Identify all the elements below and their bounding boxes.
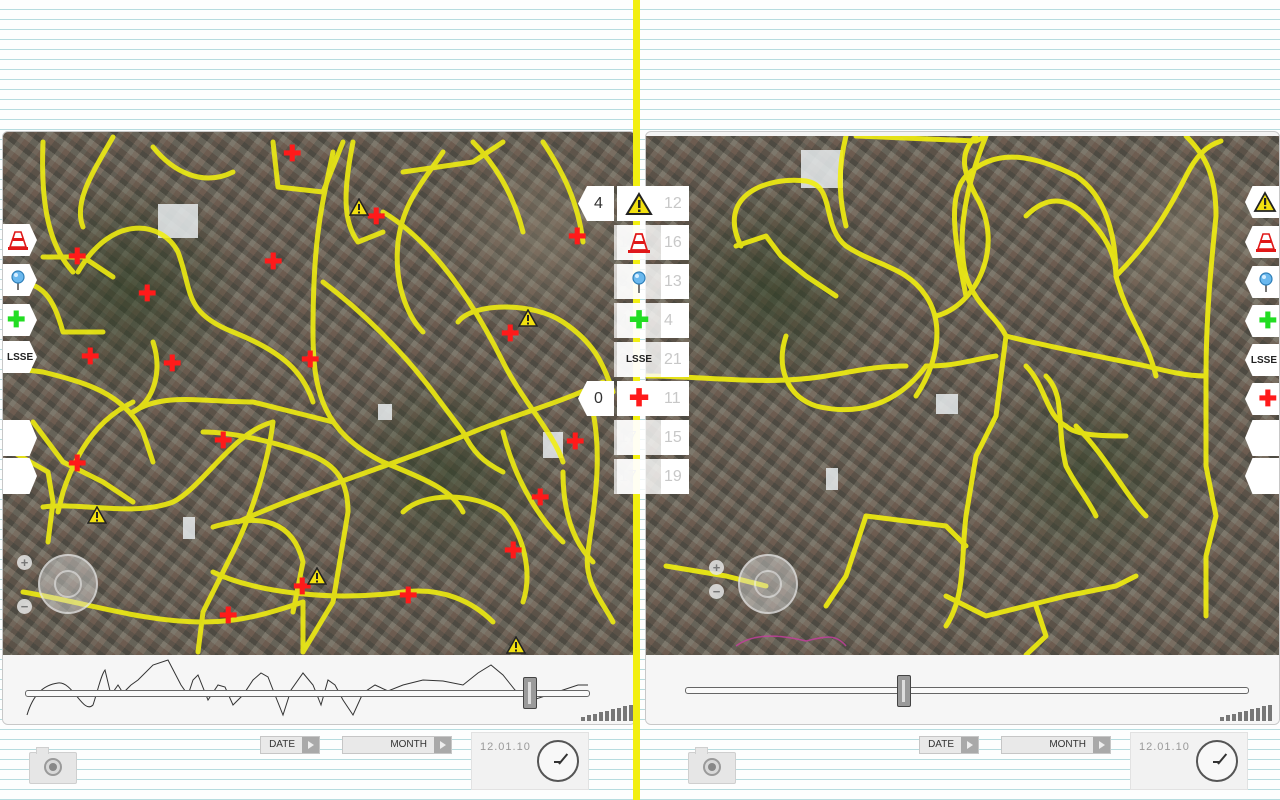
- stats-row-lsse[interactable]: 2 LSSE 21: [578, 340, 689, 379]
- camera-icon: [44, 758, 62, 776]
- right-timeline: [646, 655, 1279, 724]
- red-cross-marker[interactable]: ✚: [301, 347, 319, 373]
- play-arrow-icon: [1093, 737, 1110, 753]
- play-arrow-icon: [961, 737, 978, 753]
- red-cross-icon: ✚: [1258, 386, 1277, 411]
- red-cross-marker[interactable]: ✚: [81, 344, 99, 370]
- warning-marker[interactable]: [86, 505, 108, 529]
- map-pin-icon: [1259, 272, 1273, 292]
- red-cross-marker[interactable]: ✚: [367, 204, 385, 230]
- stats-row-green-cross[interactable]: 4 ✚ 4: [578, 301, 689, 340]
- red-cross-marker[interactable]: ✚: [504, 538, 522, 564]
- zoom-in-button[interactable]: +: [17, 555, 32, 570]
- stats-left-value: 4: [594, 195, 603, 212]
- snapshot-camera-button[interactable]: [688, 747, 736, 784]
- stats-left-value: 0: [594, 390, 603, 407]
- red-cross-marker[interactable]: ✚: [68, 244, 86, 270]
- lsse-label: LSSE: [625, 354, 653, 365]
- pan-joystick[interactable]: [738, 554, 798, 614]
- right-map-view[interactable]: ✚ LSSE ✚ + −: [646, 136, 1279, 655]
- right-map-panel: ✚ LSSE ✚ + −: [645, 131, 1280, 725]
- traffic-cone-icon: [628, 232, 650, 253]
- red-cross-marker[interactable]: ✚: [214, 428, 232, 454]
- green-cross-icon: ✚: [1258, 308, 1277, 333]
- traffic-cone-icon: [1256, 233, 1276, 252]
- stats-right-value: 11: [664, 390, 681, 407]
- stats-row-warning[interactable]: 4 12: [578, 184, 689, 223]
- map-pin-icon: [11, 270, 25, 290]
- traffic-cone-icon: [8, 231, 28, 250]
- date-time-display: 12.01.10: [471, 732, 589, 790]
- stats-right-value: 15: [664, 429, 682, 446]
- camera-icon: [703, 758, 721, 776]
- left-map-view[interactable]: ✚ ✚ ✚ ✚ ✚ ✚ ✚ ✚ ✚ ✚ ✚ ✚ ✚ ✚ ✚ ✚ ✚ ✚ ✚ LS…: [3, 132, 635, 655]
- date-time-display: 12.01.10: [1130, 732, 1248, 790]
- warning-marker[interactable]: [517, 308, 539, 332]
- pan-joystick[interactable]: [38, 554, 98, 614]
- comparison-stats-table: 4 12 10 16 3 13 4 ✚ 4 2 LSSE 21 0 ✚ 11 1…: [578, 184, 689, 496]
- date-button[interactable]: DATE: [919, 736, 979, 754]
- play-arrow-icon: [434, 737, 451, 753]
- date-button-label: DATE: [928, 739, 954, 750]
- red-cross-marker[interactable]: ✚: [531, 485, 549, 511]
- stats-right-value: 16: [664, 234, 682, 251]
- stats-row-cone[interactable]: 10 16: [578, 223, 689, 262]
- date-button[interactable]: DATE: [260, 736, 320, 754]
- warning-marker[interactable]: [306, 566, 328, 590]
- stats-row-pin[interactable]: 3 13: [578, 262, 689, 301]
- warning-icon: [1253, 191, 1277, 212]
- month-button-label: MONTH: [1049, 739, 1086, 750]
- red-cross-marker[interactable]: ✚: [138, 281, 156, 307]
- warning-marker[interactable]: [348, 197, 370, 221]
- signal-strength-icon: [1218, 703, 1274, 721]
- date-readout: 12.01.10: [1139, 741, 1190, 753]
- zoom-in-button[interactable]: +: [709, 560, 724, 575]
- green-cross-icon: ✚: [628, 307, 650, 334]
- map-pin-icon: [632, 270, 646, 293]
- play-arrow-icon: [302, 737, 319, 753]
- stats-row-red-cross[interactable]: 0 ✚ 11: [578, 379, 689, 418]
- zoom-out-button[interactable]: −: [709, 584, 724, 599]
- month-button[interactable]: MONTH: [1001, 736, 1111, 754]
- month-button-label: MONTH: [390, 739, 427, 750]
- red-cross-marker[interactable]: ✚: [264, 249, 282, 275]
- stats-right-value: 21: [664, 351, 682, 368]
- warning-icon: [625, 191, 653, 215]
- stats-row-empty[interactable]: 17 19: [578, 457, 689, 496]
- left-timeline-thumb[interactable]: [523, 677, 537, 709]
- red-cross-marker[interactable]: ✚: [68, 451, 86, 477]
- lsse-label: LSSE: [7, 351, 34, 363]
- zoom-out-button[interactable]: −: [17, 599, 32, 614]
- right-timeline-track[interactable]: [685, 687, 1249, 694]
- snapshot-camera-button[interactable]: [29, 747, 77, 784]
- red-cross-marker[interactable]: ✚: [219, 603, 237, 629]
- left-map-panel: ✚ ✚ ✚ ✚ ✚ ✚ ✚ ✚ ✚ ✚ ✚ ✚ ✚ ✚ ✚ ✚ ✚ ✚ ✚ LS…: [2, 131, 636, 725]
- right-timeline-thumb[interactable]: [897, 675, 911, 707]
- clock-dial-icon[interactable]: [1196, 740, 1238, 782]
- signal-strength-icon: [579, 703, 635, 721]
- left-timeline: [3, 655, 635, 724]
- clock-dial-icon[interactable]: [537, 740, 579, 782]
- stats-right-value: 19: [664, 468, 682, 485]
- warning-marker[interactable]: [505, 635, 527, 655]
- stats-row-empty[interactable]: 17 15: [578, 418, 689, 457]
- lsse-label: LSSE: [1250, 354, 1277, 366]
- red-cross-marker[interactable]: ✚: [501, 321, 519, 347]
- stats-right-value: 12: [664, 195, 682, 212]
- green-cross-icon: ✚: [7, 307, 26, 332]
- date-readout: 12.01.10: [480, 741, 531, 753]
- red-cross-icon: ✚: [628, 385, 650, 412]
- month-button[interactable]: MONTH: [342, 736, 452, 754]
- red-cross-marker[interactable]: ✚: [283, 141, 301, 167]
- left-timeline-track[interactable]: [25, 690, 590, 697]
- date-button-label: DATE: [269, 739, 295, 750]
- red-cross-marker[interactable]: ✚: [399, 583, 417, 609]
- red-cross-marker[interactable]: ✚: [163, 351, 181, 377]
- stats-right-value: 13: [664, 273, 682, 290]
- stats-right-value: 4: [664, 312, 673, 329]
